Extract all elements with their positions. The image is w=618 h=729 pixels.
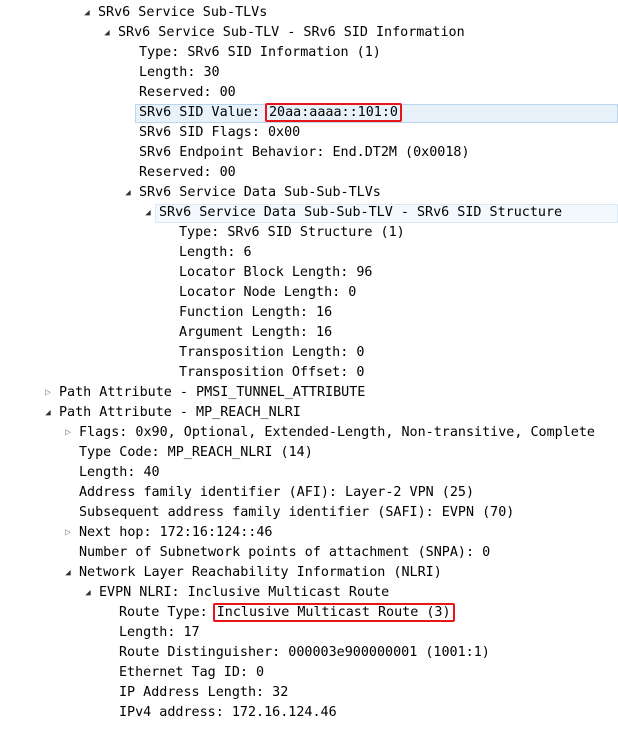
expanded-arrow-icon[interactable]: ◢ (102, 23, 112, 43)
sid-value-highlight-box: 20aa:aaaa::101:0 (265, 103, 402, 122)
tree-row-transposition-offset[interactable]: Transposition Offset: 0 (0, 363, 618, 383)
tree-row-label: IP Address Length: 32 (119, 685, 289, 700)
expanded-arrow-icon[interactable]: ◢ (123, 183, 133, 203)
tree-row-sid-info-length[interactable]: Length: 30 (0, 63, 618, 83)
tree-row-label: Type: SRv6 SID Information (1) (139, 45, 381, 60)
tree-row-sid-structure-length[interactable]: Length: 6 (0, 243, 618, 263)
tree-row-label: SRv6 SID Flags: 0x00 (139, 125, 301, 140)
tree-row-label: Transposition Offset: 0 (179, 365, 365, 380)
tree-row-nlri[interactable]: ◢ Network Layer Reachability Information… (0, 563, 618, 583)
tree-row-snpa[interactable]: Number of Subnetwork points of attachmen… (0, 543, 618, 563)
tree-row-flags[interactable]: ▷ Flags: 0x90, Optional, Extended-Length… (0, 423, 618, 443)
tree-row-label: SRv6 Service Sub-TLV - SRv6 SID Informat… (118, 25, 465, 40)
tree-row-argument-length[interactable]: Argument Length: 16 (0, 323, 618, 343)
tree-row-ip-address-length[interactable]: IP Address Length: 32 (0, 683, 618, 703)
tree-row-afi[interactable]: Address family identifier (AFI): Layer-2… (0, 483, 618, 503)
packet-details-tree: ◢ SRv6 Service Sub-TLVs ◢ SRv6 Service S… (0, 0, 618, 729)
tree-row-srv6-sid-value[interactable]: SRv6 SID Value: 20aa:aaaa::101:0 (0, 103, 618, 123)
collapsed-arrow-icon[interactable]: ▷ (43, 383, 53, 403)
tree-row-label: Network Layer Reachability Information (… (79, 565, 442, 580)
tree-row-evpn-nlri[interactable]: ◢ EVPN NLRI: Inclusive Multicast Route (0, 583, 618, 603)
tree-row-label: Reserved: 00 (139, 165, 236, 180)
sid-value-field-name: SRv6 SID Value: (139, 105, 268, 120)
tree-row-label: Locator Node Length: 0 (179, 285, 357, 300)
tree-row-label: Type: SRv6 SID Structure (1) (179, 225, 405, 240)
route-type-highlight-box: Inclusive Multicast Route (3) (212, 603, 455, 622)
tree-row-label: Ethernet Tag ID: 0 (119, 665, 265, 680)
tree-row-label: Length: 30 (139, 65, 220, 80)
tree-row-label: IPv4 address: 172.16.124.46 (119, 705, 337, 720)
tree-row-service-data-sub-sub-tlvs[interactable]: ◢ SRv6 Service Data Sub-Sub-TLVs (0, 183, 618, 203)
tree-row-label: Locator Block Length: 96 (179, 265, 373, 280)
tree-row-label: SRv6 SID Value: 20aa:aaaa::101:0 (139, 103, 402, 123)
tree-row-label: Argument Length: 16 (179, 325, 333, 340)
tree-row-sid-structure-type[interactable]: Type: SRv6 SID Structure (1) (0, 223, 618, 243)
tree-row-sid-info-type[interactable]: Type: SRv6 SID Information (1) (0, 43, 618, 63)
collapsed-arrow-icon[interactable]: ▷ (63, 423, 73, 443)
tree-row-sid-flags[interactable]: SRv6 SID Flags: 0x00 (0, 123, 618, 143)
tree-row-label: Function Length: 16 (179, 305, 333, 320)
tree-row-sid-info-reserved[interactable]: Reserved: 00 (0, 83, 618, 103)
tree-row-label: Type Code: MP_REACH_NLRI (14) (79, 445, 313, 460)
tree-row-ethernet-tag-id[interactable]: Ethernet Tag ID: 0 (0, 663, 618, 683)
tree-row-route-type[interactable]: Route Type: Inclusive Multicast Route (3… (0, 603, 618, 623)
tree-row-label: Reserved: 00 (139, 85, 236, 100)
tree-row-label: Path Attribute - PMSI_TUNNEL_ATTRIBUTE (59, 385, 366, 400)
tree-row-srv6-service-sub-tlvs[interactable]: ◢ SRv6 Service Sub-TLVs (0, 3, 618, 23)
tree-row-srv6-sid-information[interactable]: ◢ SRv6 Service Sub-TLV - SRv6 SID Inform… (0, 23, 618, 43)
expanded-arrow-icon[interactable]: ◢ (143, 203, 153, 223)
expanded-arrow-icon[interactable]: ◢ (63, 563, 73, 583)
expanded-arrow-icon[interactable]: ◢ (82, 3, 92, 23)
tree-row-label: Length: 6 (179, 245, 252, 260)
tree-row-nlri-length[interactable]: Length: 17 (0, 623, 618, 643)
tree-row-endpoint-behavior[interactable]: SRv6 Endpoint Behavior: End.DT2M (0x0018… (0, 143, 618, 163)
tree-row-locator-block-length[interactable]: Locator Block Length: 96 (0, 263, 618, 283)
tree-row-route-distinguisher[interactable]: Route Distinguisher: 000003e900000001 (1… (0, 643, 618, 663)
tree-row-function-length[interactable]: Function Length: 16 (0, 303, 618, 323)
tree-row-sid-info-reserved-2[interactable]: Reserved: 00 (0, 163, 618, 183)
tree-row-label: SRv6 Service Data Sub-Sub-TLV - SRv6 SID… (159, 205, 563, 220)
tree-row-type-code[interactable]: Type Code: MP_REACH_NLRI (14) (0, 443, 618, 463)
tree-row-label: Length: 40 (79, 465, 160, 480)
tree-row-transposition-length[interactable]: Transposition Length: 0 (0, 343, 618, 363)
collapsed-arrow-icon[interactable]: ▷ (63, 523, 73, 543)
tree-row-label: Next hop: 172:16:124::46 (79, 525, 273, 540)
tree-row-label: Address family identifier (AFI): Layer-2… (79, 485, 475, 500)
tree-row-locator-node-length[interactable]: Locator Node Length: 0 (0, 283, 618, 303)
tree-row-label: Path Attribute - MP_REACH_NLRI (59, 405, 301, 420)
tree-row-label: Number of Subnetwork points of attachmen… (79, 545, 491, 560)
expanded-arrow-icon[interactable]: ◢ (83, 583, 93, 603)
expanded-arrow-icon[interactable]: ◢ (43, 403, 53, 423)
tree-row-label: Transposition Length: 0 (179, 345, 365, 360)
tree-row-label: Route Type: Inclusive Multicast Route (3… (119, 603, 455, 623)
tree-row-sid-structure[interactable]: ◢ SRv6 Service Data Sub-Sub-TLV - SRv6 S… (0, 203, 618, 223)
tree-row-next-hop[interactable]: ▷ Next hop: 172:16:124::46 (0, 523, 618, 543)
tree-row-label: SRv6 Service Sub-TLVs (98, 5, 268, 20)
tree-row-label: Length: 17 (119, 625, 200, 640)
tree-row-mp-reach-length[interactable]: Length: 40 (0, 463, 618, 483)
tree-row-ipv4-address[interactable]: IPv4 address: 172.16.124.46 (0, 703, 618, 723)
tree-row-label: SRv6 Service Data Sub-Sub-TLVs (139, 185, 381, 200)
route-type-field-name: Route Type: (119, 605, 216, 620)
tree-row-pmsi-tunnel-attribute[interactable]: ▷ Path Attribute - PMSI_TUNNEL_ATTRIBUTE (0, 383, 618, 403)
tree-row-safi[interactable]: Subsequent address family identifier (SA… (0, 503, 618, 523)
tree-row-label: SRv6 Endpoint Behavior: End.DT2M (0x0018… (139, 145, 470, 160)
tree-row-mp-reach-nlri[interactable]: ◢ Path Attribute - MP_REACH_NLRI (0, 403, 618, 423)
tree-row-label: EVPN NLRI: Inclusive Multicast Route (99, 585, 390, 600)
tree-row-label: Route Distinguisher: 000003e900000001 (1… (119, 645, 490, 660)
tree-row-label: Flags: 0x90, Optional, Extended-Length, … (79, 425, 595, 440)
tree-row-label: Subsequent address family identifier (SA… (79, 505, 515, 520)
